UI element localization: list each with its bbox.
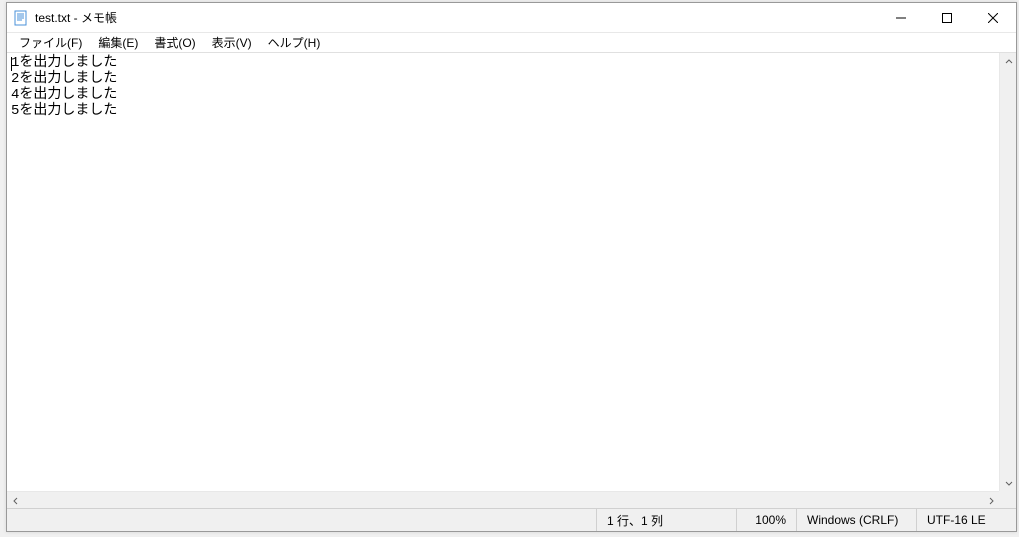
menu-edit[interactable]: 編集(E) bbox=[90, 32, 146, 53]
window-title: test.txt - メモ帳 bbox=[35, 9, 878, 26]
statusbar: 1 行、1 列 100% Windows (CRLF) UTF-16 LE bbox=[7, 508, 1016, 531]
menubar: ファイル(F) 編集(E) 書式(O) 表示(V) ヘルプ(H) bbox=[7, 33, 1016, 53]
status-position: 1 行、1 列 bbox=[596, 509, 736, 531]
text-line: 2を出力しました bbox=[11, 71, 117, 87]
notepad-window: test.txt - メモ帳 ファイル(F) 編集(E) 書式(O) 表示(V)… bbox=[6, 2, 1017, 532]
window-controls bbox=[878, 3, 1016, 32]
minimize-button[interactable] bbox=[878, 3, 924, 32]
app-icon bbox=[13, 10, 29, 26]
text-editor[interactable]: 1を出力しました 2を出力しました 4を出力しました 5を出力しました bbox=[7, 53, 1016, 508]
text-line: 1を出力しました bbox=[11, 55, 117, 71]
vertical-scrollbar[interactable] bbox=[999, 53, 1016, 491]
menu-help[interactable]: ヘルプ(H) bbox=[260, 32, 329, 53]
titlebar[interactable]: test.txt - メモ帳 bbox=[7, 3, 1016, 33]
menu-format[interactable]: 書式(O) bbox=[146, 32, 203, 53]
content-area: 1を出力しました 2を出力しました 4を出力しました 5を出力しました bbox=[7, 53, 1016, 508]
close-button[interactable] bbox=[970, 3, 1016, 32]
scroll-left-icon[interactable] bbox=[7, 492, 24, 508]
menu-file[interactable]: ファイル(F) bbox=[11, 32, 90, 53]
status-line-ending: Windows (CRLF) bbox=[796, 509, 916, 531]
text-line: 5を出力しました bbox=[11, 103, 117, 119]
text-line: 4を出力しました bbox=[11, 87, 117, 103]
scroll-down-icon[interactable] bbox=[1000, 474, 1016, 491]
status-zoom: 100% bbox=[736, 509, 796, 531]
status-encoding: UTF-16 LE bbox=[916, 509, 1016, 531]
scroll-corner bbox=[999, 491, 1016, 508]
scroll-up-icon[interactable] bbox=[1000, 53, 1016, 70]
scroll-right-icon[interactable] bbox=[982, 492, 999, 508]
maximize-button[interactable] bbox=[924, 3, 970, 32]
horizontal-scrollbar[interactable] bbox=[7, 491, 999, 508]
menu-view[interactable]: 表示(V) bbox=[204, 32, 260, 53]
